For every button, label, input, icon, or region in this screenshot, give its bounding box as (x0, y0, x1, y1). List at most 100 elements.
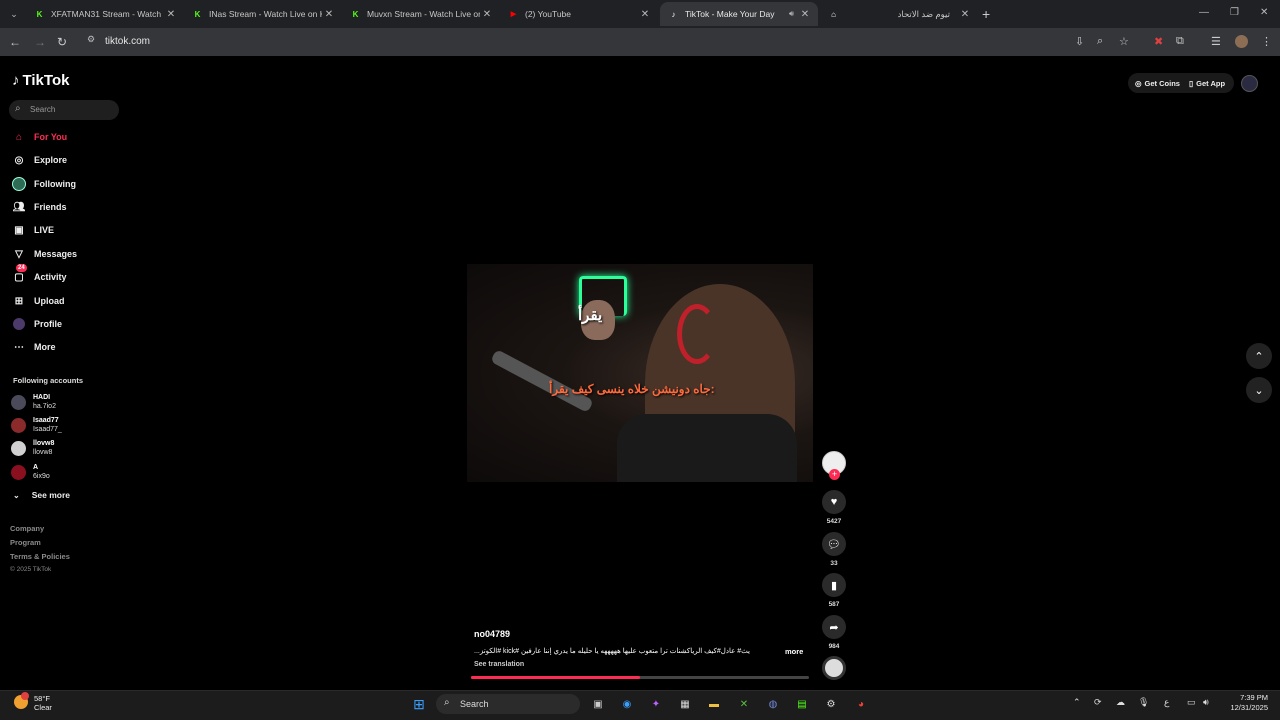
video-author[interactable]: no04789 (474, 629, 510, 639)
site-info-icon[interactable]: ⚙ (87, 34, 95, 45)
user-avatar[interactable] (1241, 75, 1258, 92)
tiktok-logo[interactable]: ♪ TikTok (12, 72, 69, 89)
footer-company-link[interactable]: Company (10, 524, 44, 533)
share-count: 984 (828, 643, 840, 650)
nav-friends[interactable]: 👥︎ Friends (11, 198, 67, 216)
address-bar[interactable]: tiktok.com (105, 36, 150, 47)
music-disc-icon[interactable] (822, 656, 846, 680)
copilot-icon[interactable]: ✦ (647, 695, 665, 713)
zoom-icon[interactable]: ⌕ (1097, 35, 1103, 48)
system-clock[interactable]: 7:39 PM 12/31/2025 (1224, 693, 1268, 713)
tab-search-chevron-icon[interactable]: ⌄ (6, 6, 22, 22)
xbox-icon[interactable]: ✕ (735, 695, 753, 713)
previous-video-button[interactable]: ⌃ (1246, 343, 1272, 369)
follow-plus-icon[interactable]: + (829, 469, 840, 480)
microphone-icon[interactable]: 🎙︎ (1138, 697, 1149, 708)
friends-icon: 👥︎ (12, 201, 26, 213)
browser-profile-avatar[interactable] (1235, 35, 1248, 48)
extension-icon[interactable]: ✖ (1154, 35, 1163, 48)
next-video-button[interactable]: ⌄ (1246, 377, 1272, 403)
see-translation-button[interactable]: See translation (474, 661, 524, 668)
close-tab-icon[interactable]: ✕ (164, 9, 178, 20)
taskbar-search[interactable]: ⌕ Search (436, 694, 580, 714)
nav-more[interactable]: ⋯ More (11, 338, 56, 356)
nav-live[interactable]: ▣ LIVE (11, 221, 54, 239)
following-account[interactable]: llovw8 llovw8 (11, 438, 54, 458)
following-account[interactable]: HADI ha.7io2 (11, 392, 56, 412)
inbox-icon: ▢ 24 (14, 264, 27, 283)
chevron-up-icon: ⌃ (1254, 350, 1264, 363)
onedrive-cloud-icon[interactable]: ☁ (1116, 697, 1125, 708)
start-button[interactable]: ⊞ (410, 695, 428, 713)
task-view-icon[interactable]: ▣ (589, 695, 607, 713)
reload-icon[interactable]: ↻ (57, 35, 67, 49)
see-more-button[interactable]: ⌄ See more (13, 490, 70, 500)
volume-icon[interactable]: 🔊︎ (1203, 697, 1209, 708)
steam-icon[interactable]: ⚙ (822, 695, 840, 713)
nav-messages[interactable]: ▽ Messages (11, 245, 77, 263)
following-account[interactable]: Isaad77 Isaad77_ (11, 415, 62, 435)
footer-program-link[interactable]: Program (10, 538, 41, 547)
caption-more-button[interactable]: more (785, 647, 803, 656)
save-button[interactable]: ▮ (822, 573, 846, 597)
network-icon[interactable]: ▭ (1187, 697, 1196, 708)
get-app-button[interactable]: ▯ Get App (1189, 75, 1225, 91)
heart-icon: ♥ (830, 496, 838, 508)
tab-xfatman31[interactable]: K XFATMAN31 Stream - Watch Li ✕ (26, 2, 184, 26)
video-caption: يث# عادل#كيف الرياكشنات ترا متعوب عليها … (474, 648, 750, 655)
nav-profile[interactable]: Profile (11, 315, 62, 333)
back-icon[interactable]: ← (9, 35, 21, 49)
share-icon: ➦ (829, 621, 839, 634)
browser-toolbar (0, 28, 1280, 56)
tab-tiktok[interactable]: ♪ TikTok - Make Your Day 🔊︎ ✕ (660, 2, 818, 26)
browser-menu-icon[interactable]: ⋮ (1261, 35, 1272, 48)
weather-widget[interactable]: 58°F Clear (34, 694, 52, 712)
avatar (11, 464, 26, 480)
speaker-icon[interactable]: 🔊︎ (789, 9, 794, 19)
sync-icon[interactable]: ⟳ (1094, 697, 1102, 708)
close-tab-icon[interactable]: ✕ (638, 9, 652, 20)
bookmark-star-icon[interactable]: ☆ (1119, 35, 1129, 48)
comment-button[interactable]: 💬︎ (822, 532, 846, 556)
android-app-icon[interactable]: ▤ (793, 695, 811, 713)
maximize-icon[interactable]: ❐ (1230, 7, 1239, 18)
search-input[interactable]: ⌕ Search (9, 100, 119, 120)
install-app-icon[interactable]: ⇩ (1075, 35, 1084, 48)
video-player[interactable]: يقرأ جاه دونيشن خلاه ينسى كيف يقرأ: (467, 264, 813, 482)
following-icon (12, 177, 26, 191)
share-button[interactable]: ➦ (822, 615, 846, 639)
close-tab-icon[interactable]: ✕ (798, 9, 812, 20)
edge-icon[interactable]: ◉ (618, 695, 636, 713)
tab-youtube[interactable]: ▶ (2) YouTube ✕ (500, 2, 658, 26)
close-tab-icon[interactable]: ✕ (322, 9, 336, 20)
file-explorer-icon[interactable]: ▬ (705, 695, 723, 713)
forward-icon[interactable]: → (34, 35, 46, 49)
footer-terms-link[interactable]: Terms & Policies (10, 552, 70, 561)
tab-inas[interactable]: K INas Stream - Watch Live on Ki ✕ (184, 2, 342, 26)
chrome-icon[interactable]: ◕ (852, 695, 870, 713)
minimize-icon[interactable]: — (1199, 7, 1209, 18)
comment-icon: 💬︎ (827, 538, 841, 551)
discord-icon[interactable]: ◍ (764, 695, 782, 713)
close-tab-icon[interactable]: ✕ (958, 9, 972, 20)
avatar (11, 417, 26, 433)
nav-activity[interactable]: ▢ 24 Activity (11, 264, 67, 286)
tab-arabic[interactable]: ⌂ تيوم ضد الاتحاد ✕ (820, 2, 978, 26)
nav-following[interactable]: Following (11, 175, 76, 193)
nav-explore[interactable]: ◎ Explore (11, 151, 67, 169)
nav-for-you[interactable]: ⌂ For You (11, 128, 67, 146)
tab-muvxn[interactable]: K Muvxn Stream - Watch Live on ✕ (342, 2, 500, 26)
tray-chevron-up-icon[interactable]: ⌃ (1073, 697, 1081, 708)
weather-alert-badge (21, 692, 29, 700)
like-button[interactable]: ♥ (822, 490, 846, 514)
following-account[interactable]: A 6ix9o (11, 462, 50, 482)
reading-list-icon[interactable]: ☰ (1211, 35, 1221, 48)
extensions-puzzle-icon[interactable]: ⧉ (1176, 35, 1184, 48)
new-tab-button[interactable]: + (982, 6, 990, 22)
nav-upload[interactable]: ⊞ Upload (11, 292, 65, 310)
store-icon[interactable]: ▦ (676, 695, 694, 713)
close-tab-icon[interactable]: ✕ (480, 9, 494, 20)
language-indicator[interactable]: ع (1164, 697, 1169, 708)
close-window-icon[interactable]: ✕ (1260, 7, 1268, 18)
get-coins-button[interactable]: ◎ Get Coins (1135, 75, 1180, 91)
